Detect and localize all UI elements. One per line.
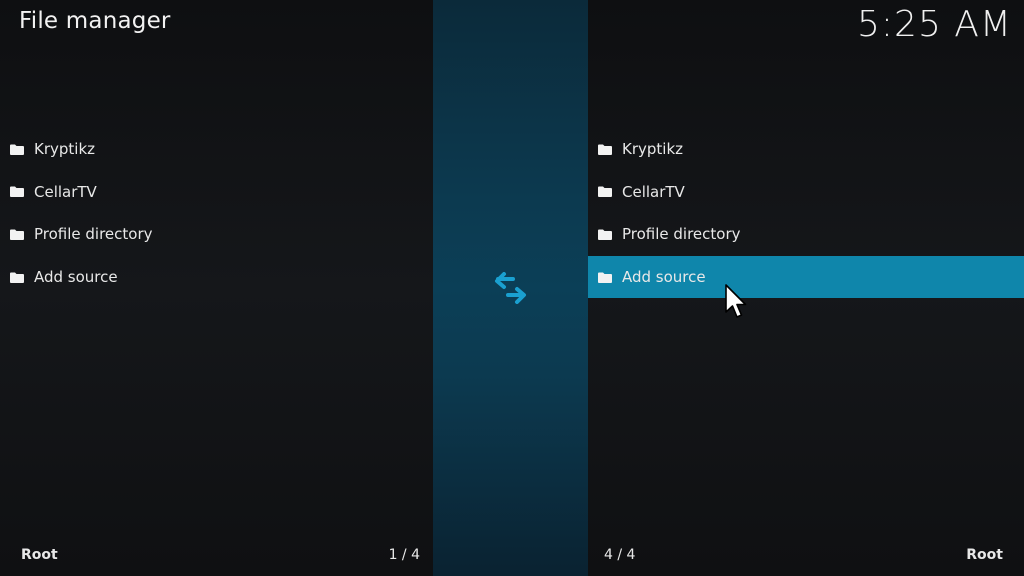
right-list-item-kryptikz[interactable]: Kryptikz — [588, 128, 1024, 171]
list-item-label: Kryptikz — [34, 140, 96, 159]
right-path-label: Root — [966, 547, 1003, 563]
folder-icon — [598, 144, 612, 155]
right-list-item-cellartv[interactable]: CellarTV — [588, 171, 1024, 214]
list-item-label: CellarTV — [622, 182, 685, 201]
list-item-label: Kryptikz — [622, 140, 684, 159]
folder-icon — [10, 229, 24, 240]
folder-icon — [598, 186, 612, 198]
right-list-item-add-source[interactable]: Add source — [588, 255, 1024, 299]
list-item-label: Add source — [622, 268, 706, 287]
center-divider — [433, 0, 588, 576]
left-path-label: Root — [21, 547, 58, 563]
folder-icon — [598, 229, 612, 240]
list-item-label: CellarTV — [34, 182, 97, 201]
folder-icon — [10, 186, 24, 198]
list-item-label: Profile directory — [34, 225, 153, 244]
folder-icon — [10, 144, 24, 155]
right-list-item-profile-directory[interactable]: Profile directory — [588, 213, 1024, 256]
file-manager-screen: File manager 5:25 AM Kryptikz CellarTV P… — [0, 0, 1024, 576]
list-item-label: Profile directory — [622, 225, 741, 244]
right-position-counter: 4 / 4 — [604, 547, 636, 563]
right-file-list: Kryptikz CellarTV Profile directory Add … — [588, 128, 1024, 299]
left-list-item-cellartv[interactable]: CellarTV — [0, 171, 433, 214]
right-pane: Kryptikz CellarTV Profile directory Add … — [588, 0, 1024, 576]
swap-arrows-icon[interactable] — [493, 272, 529, 304]
left-list-item-profile-directory[interactable]: Profile directory — [0, 213, 433, 256]
left-list-item-kryptikz[interactable]: Kryptikz — [0, 128, 433, 171]
left-pane: Kryptikz CellarTV Profile directory Add … — [0, 0, 433, 576]
left-position-counter: 1 / 4 — [388, 547, 420, 563]
folder-icon — [10, 272, 24, 283]
mouse-pointer-icon — [725, 284, 747, 318]
left-list-item-add-source[interactable]: Add source — [0, 256, 433, 299]
list-item-label: Add source — [34, 268, 118, 287]
folder-icon — [598, 272, 612, 283]
left-file-list: Kryptikz CellarTV Profile directory Add … — [0, 128, 433, 298]
